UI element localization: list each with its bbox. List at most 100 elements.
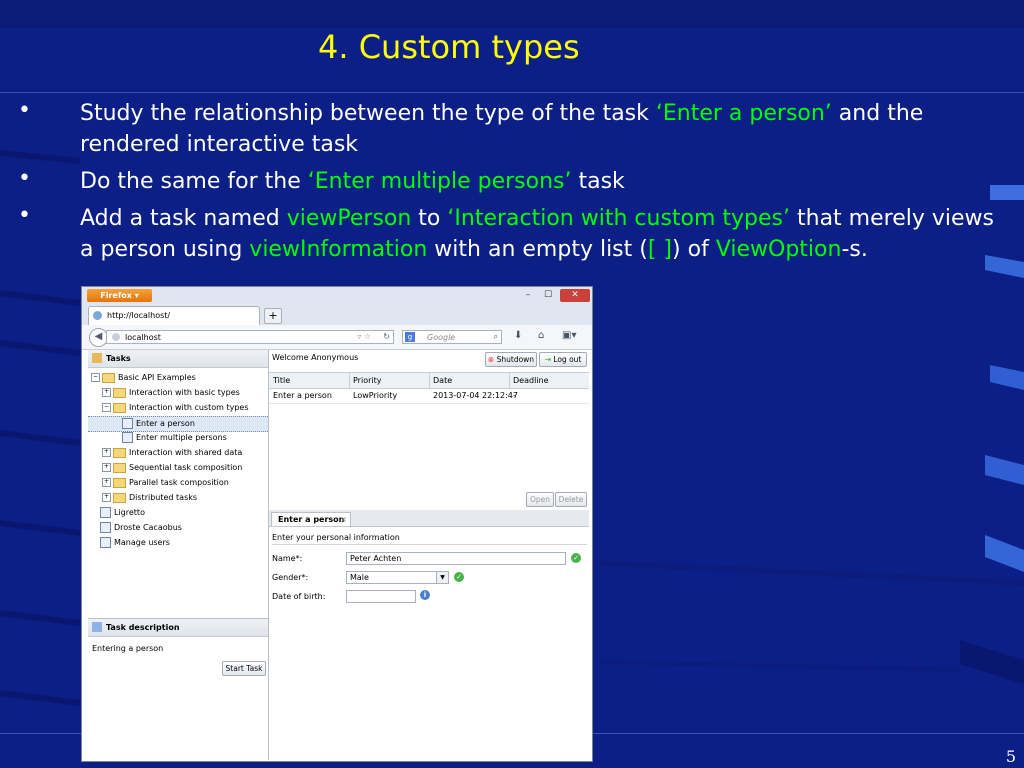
- work-panel: Welcome Anonymous ⊗ Shutdown ⇥ Log out T…: [269, 350, 589, 760]
- bullet-highlight: ViewOption: [715, 237, 842, 262]
- browser-titlebar: Firefox ▾ – ☐ ✕: [82, 287, 592, 305]
- form-tabbar: Enter a person ×: [269, 510, 589, 527]
- logout-icon: ⇥: [544, 355, 551, 364]
- site-icon: [112, 333, 120, 341]
- cell-date: 2013-07-04 22:12:47: [433, 391, 518, 400]
- expand-icon[interactable]: +: [102, 463, 111, 472]
- tab-title: http://localhost/: [107, 311, 171, 320]
- bullet-text-part: Add a task named: [80, 206, 287, 231]
- table-row[interactable]: Enter a person LowPriority 2013-07-04 22…: [269, 388, 589, 404]
- bullet-text-part: to: [411, 206, 448, 231]
- bullet-text-part: ) of: [672, 237, 716, 262]
- tree-item[interactable]: − Basic API Examples: [91, 371, 196, 385]
- tasks-header: Tasks: [88, 350, 268, 368]
- shutdown-button[interactable]: ⊗ Shutdown: [485, 352, 537, 367]
- url-text: localhost: [125, 333, 161, 342]
- bullet-highlight: ‘Enter multiple persons’: [307, 169, 572, 194]
- maximize-icon[interactable]: ☐: [542, 289, 554, 302]
- menu-icon[interactable]: ▣▾: [562, 330, 576, 341]
- bullet-text-part: Study the relationship between the type …: [80, 101, 656, 126]
- collapse-icon[interactable]: −: [91, 373, 100, 382]
- bullet-highlight: ‘Interaction with custom types’: [447, 206, 791, 231]
- bullet-highlight: viewInformation: [249, 237, 428, 262]
- tree-item-label: Interaction with shared data: [129, 448, 243, 457]
- tree-item[interactable]: + Parallel task composition: [102, 476, 229, 490]
- tree-item-label: Ligretto: [114, 508, 145, 517]
- name-field[interactable]: Peter Achten: [346, 552, 566, 565]
- browser-tabbar: http://localhost/ +: [82, 305, 592, 325]
- bullet-text: Study the relationship between the type …: [80, 98, 1010, 160]
- start-task-button[interactable]: Start Task: [222, 661, 266, 676]
- folder-icon: [113, 462, 126, 473]
- date-of-birth-field[interactable]: [346, 590, 416, 603]
- reload-icon[interactable]: ↻: [383, 332, 390, 341]
- check-icon: ✓: [454, 572, 464, 582]
- search-icon[interactable]: ⌕: [494, 332, 498, 342]
- logout-button[interactable]: ⇥ Log out: [539, 352, 587, 367]
- bullet-marker: •: [18, 98, 31, 123]
- search-bar[interactable]: g Google ⌕: [402, 330, 502, 344]
- firefox-menu-button[interactable]: Firefox ▾: [87, 289, 152, 302]
- task-icon: [122, 432, 133, 443]
- open-button[interactable]: Open: [526, 492, 554, 507]
- tree-item-label: Enter a person: [136, 419, 195, 428]
- tree-item[interactable]: Ligretto: [100, 506, 145, 520]
- column-deadline[interactable]: Deadline: [513, 376, 549, 385]
- close-window-icon[interactable]: ✕: [560, 289, 590, 302]
- gender-label: Gender*:: [272, 573, 309, 582]
- task-grid-header: Title Priority Date Deadline: [269, 372, 589, 389]
- tab-enter-a-person[interactable]: Enter a person ×: [271, 512, 351, 526]
- browser-tab[interactable]: http://localhost/: [88, 306, 260, 325]
- page-number: 5: [1005, 747, 1016, 766]
- chevron-down-icon[interactable]: ▼: [436, 572, 448, 583]
- tree-item[interactable]: + Interaction with shared data: [102, 446, 242, 460]
- folder-icon: [113, 447, 126, 458]
- tree-item[interactable]: Droste Cacaobus: [100, 521, 182, 535]
- collapse-icon[interactable]: −: [102, 403, 111, 412]
- tree-item[interactable]: + Interaction with basic types: [102, 386, 240, 400]
- pencil-icon: [92, 353, 102, 363]
- tree-item-label: Distributed tasks: [129, 493, 198, 502]
- expand-icon[interactable]: +: [102, 388, 111, 397]
- gender-value: Male: [350, 573, 369, 582]
- gender-select[interactable]: Male ▼: [346, 571, 449, 584]
- tree-item[interactable]: + Distributed tasks: [102, 491, 197, 505]
- expand-icon[interactable]: +: [102, 493, 111, 502]
- shutdown-icon: ⊗: [487, 355, 495, 364]
- bullet-text-part: -s.: [841, 237, 868, 262]
- name-label: Name*:: [272, 554, 303, 563]
- dropdown-star-icon[interactable]: ▿ ☆: [357, 332, 371, 341]
- url-bar[interactable]: localhost ▿ ☆ ↻: [106, 330, 394, 344]
- title-divider: [0, 92, 1024, 93]
- task-description-label: Task description: [106, 623, 180, 632]
- tree-item-selected[interactable]: Enter a person: [88, 416, 268, 432]
- bullet-text-part: task: [571, 169, 625, 194]
- new-tab-button[interactable]: +: [264, 308, 282, 324]
- task-icon: [122, 418, 133, 429]
- delete-button[interactable]: Delete: [555, 492, 587, 507]
- document-icon: [92, 622, 102, 632]
- task-description-panel: Task description Entering a person Start…: [88, 618, 268, 761]
- column-title[interactable]: Title: [273, 376, 290, 385]
- tree-item[interactable]: − Interaction with custom types: [102, 401, 249, 415]
- tree-item[interactable]: Enter multiple persons: [122, 431, 227, 445]
- info-icon[interactable]: i: [420, 590, 430, 600]
- minimize-icon[interactable]: –: [522, 289, 534, 302]
- close-tab-icon[interactable]: ×: [340, 513, 347, 527]
- tree-item-label: Interaction with basic types: [129, 388, 240, 397]
- tree-item-label: Droste Cacaobus: [114, 523, 182, 532]
- bullet-text: Do the same for the ‘Enter multiple pers…: [80, 166, 1010, 197]
- expand-icon[interactable]: +: [102, 448, 111, 457]
- column-date[interactable]: Date: [433, 376, 452, 385]
- tree-item[interactable]: + Sequential task composition: [102, 461, 242, 475]
- dob-label: Date of birth:: [272, 592, 326, 601]
- tree-item[interactable]: Manage users: [100, 536, 170, 550]
- tasks-panel: Tasks − Basic API Examples + Interaction w…: [88, 350, 269, 760]
- tree-item-label: Parallel task composition: [129, 478, 229, 487]
- expand-icon[interactable]: +: [102, 478, 111, 487]
- download-icon[interactable]: ⬇: [514, 330, 522, 341]
- column-priority[interactable]: Priority: [353, 376, 381, 385]
- bullet-highlight: [ ]: [647, 237, 673, 262]
- tree-item-label: Basic API Examples: [118, 373, 196, 382]
- home-icon[interactable]: ⌂: [538, 330, 544, 341]
